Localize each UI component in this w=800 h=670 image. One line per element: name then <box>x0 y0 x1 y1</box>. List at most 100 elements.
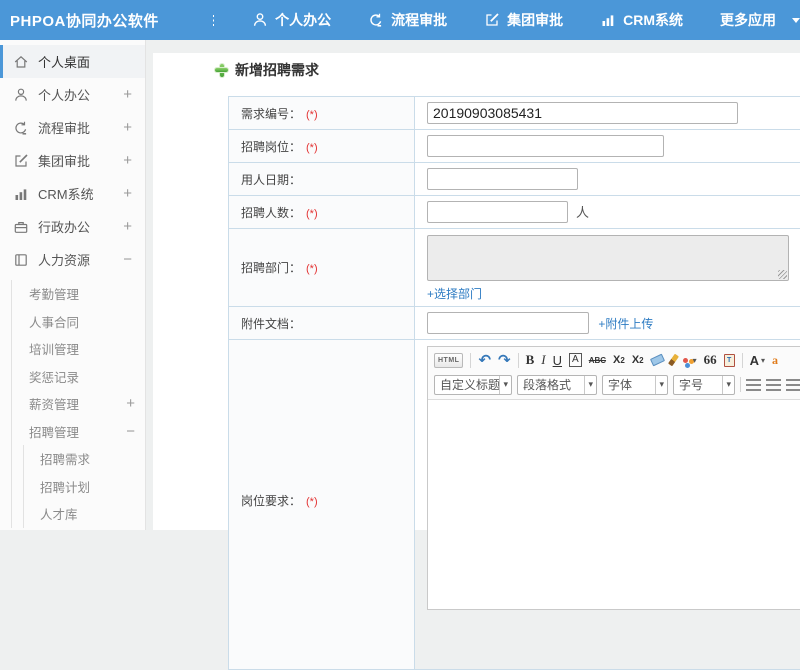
editor-content-area[interactable] <box>428 399 800 609</box>
sidebar-item-recruit-mgmt[interactable]: 招聘管理 − <box>12 418 145 446</box>
req-no-input[interactable] <box>427 102 738 124</box>
blockquote-button[interactable]: 66 <box>704 352 717 368</box>
table-row: 用人日期： <box>229 163 800 196</box>
recruit-demand-form: 需求编号：(*) 招聘岗位：(*) 用人日期： <box>228 96 800 670</box>
sidebar-item-personal-office[interactable]: 个人办公 + <box>0 78 145 111</box>
expand-toggle[interactable]: − <box>123 251 132 268</box>
table-row: 招聘岗位：(*) <box>229 130 800 163</box>
html-source-button[interactable]: HTML <box>434 353 463 368</box>
align-left-icon[interactable] <box>746 379 761 391</box>
expand-toggle[interactable]: + <box>123 86 132 103</box>
background-color-button[interactable]: a <box>772 353 778 368</box>
highlight-color-button[interactable]: ▾ <box>683 356 697 365</box>
sidebar-item-hr-contract[interactable]: 人事合同 <box>12 308 145 336</box>
subscript-button[interactable]: X2 <box>632 354 644 366</box>
content-area: 新增招聘需求 需求编号：(*) 招聘岗位：(*) <box>147 40 800 530</box>
topnav-workflow-approval[interactable]: 流程审批 <box>368 10 447 30</box>
undo-button[interactable]: ↶ <box>478 351 491 369</box>
eraser-icon[interactable] <box>650 354 665 367</box>
char-border-button[interactable]: A <box>569 353 582 367</box>
app-logo: PHPOA协同办公软件 <box>10 10 159 31</box>
sidebar-item-recruit-plan[interactable]: 招聘计划 <box>24 473 145 501</box>
hr-submenu: 考勤管理 人事合同 培训管理 奖惩记录 薪资管理 + 招聘管理 − 招聘需求 招… <box>11 280 145 528</box>
sidebar-item-desktop[interactable]: 个人桌面 <box>0 45 145 78</box>
expand-toggle[interactable]: + <box>123 218 132 235</box>
format-brush-icon[interactable] <box>668 354 679 367</box>
paragraph-format-dropdown[interactable]: 段落格式▾ <box>517 375 597 395</box>
book-icon <box>13 252 29 268</box>
topnav-more-apps[interactable]: 更多应用 <box>720 10 800 30</box>
sidebar-item-hr[interactable]: 人力资源 − <box>0 243 145 276</box>
topnav-group-approval[interactable]: 集团审批 <box>484 10 563 30</box>
caret-down-icon: ▾ <box>584 376 596 394</box>
position-input[interactable] <box>427 135 664 157</box>
person-icon <box>252 12 268 28</box>
headcount-input[interactable] <box>427 201 568 223</box>
flow-arrow-icon <box>368 12 384 28</box>
align-center-icon[interactable] <box>766 379 781 391</box>
field-label-requirement: 岗位要求：(*) <box>229 340 415 670</box>
table-row: 招聘部门：(*) +选择部门 <box>229 229 800 307</box>
hire-date-input[interactable] <box>427 168 578 190</box>
flow-arrow-icon <box>13 120 29 136</box>
page-title: 新增招聘需求 <box>215 60 800 80</box>
paste-icon[interactable]: T <box>724 354 735 367</box>
field-label-department: 招聘部门：(*) <box>229 229 415 307</box>
field-label-position: 招聘岗位：(*) <box>229 130 415 163</box>
field-label-hire-date: 用人日期： <box>229 163 415 196</box>
topnav-personal-office[interactable]: 个人办公 <box>252 10 331 30</box>
attachment-upload-link[interactable]: +附件上传 <box>598 317 653 331</box>
field-label-attachment: 附件文档： <box>229 307 415 340</box>
field-label-headcount: 招聘人数：(*) <box>229 196 415 229</box>
add-plus-icon <box>215 64 228 77</box>
bold-button[interactable]: B <box>526 352 535 368</box>
home-icon <box>13 54 29 70</box>
recruit-submenu: 招聘需求 招聘计划 人才库 <box>23 445 145 528</box>
briefcase-icon <box>13 219 29 235</box>
caret-down-icon: ▾ <box>722 376 734 394</box>
expand-toggle[interactable]: + <box>123 152 132 169</box>
sidebar-item-admin-office[interactable]: 行政办公 + <box>0 210 145 243</box>
sidebar-item-attendance[interactable]: 考勤管理 <box>12 280 145 308</box>
bar-chart-icon <box>600 12 616 28</box>
rich-text-editor: HTML ↶ ↷ B I U A ABC X2 X2 <box>427 346 800 610</box>
custom-title-dropdown[interactable]: 自定义标题▾ <box>434 375 512 395</box>
italic-button[interactable]: I <box>541 352 545 368</box>
expand-toggle[interactable]: − <box>126 423 135 440</box>
select-department-link[interactable]: +选择部门 <box>427 285 482 302</box>
editor-toolbar-row2: 自定义标题▾ 段落格式▾ 字体▾ 字号▾ <box>428 373 800 399</box>
required-mark: (*) <box>306 263 318 275</box>
sidebar-item-training[interactable]: 培训管理 <box>12 335 145 363</box>
strikethrough-button[interactable]: ABC <box>589 356 606 365</box>
expand-toggle[interactable]: + <box>123 119 132 136</box>
expand-toggle[interactable]: + <box>126 395 135 412</box>
editor-toolbar-row1: HTML ↶ ↷ B I U A ABC X2 X2 <box>428 347 800 373</box>
font-size-dropdown[interactable]: 字号▾ <box>673 375 735 395</box>
underline-button[interactable]: U <box>553 353 562 368</box>
font-color-button[interactable]: A▾ <box>750 353 765 368</box>
top-nav: 个人办公 流程审批 集团审批 CRM系统 <box>252 10 800 30</box>
sidebar-item-group-approval[interactable]: 集团审批 + <box>0 144 145 177</box>
field-label-req-no: 需求编号：(*) <box>229 97 415 130</box>
sidebar-item-crm[interactable]: CRM系统 + <box>0 177 145 210</box>
font-family-dropdown[interactable]: 字体▾ <box>602 375 668 395</box>
table-row: 招聘人数：(*) 人 <box>229 196 800 229</box>
sidebar: 个人桌面 个人办公 + 流程审批 + 集团审批 + CRM系统 <box>0 40 146 530</box>
align-right-icon[interactable] <box>786 379 800 391</box>
superscript-button[interactable]: X2 <box>613 354 625 366</box>
department-textarea[interactable] <box>427 235 789 281</box>
redo-button[interactable]: ↷ <box>498 351 511 369</box>
attachment-input[interactable] <box>427 312 589 334</box>
form-panel: 新增招聘需求 需求编号：(*) 招聘岗位：(*) <box>153 53 800 530</box>
sidebar-item-workflow-approval[interactable]: 流程审批 + <box>0 111 145 144</box>
sidebar-item-talent-pool[interactable]: 人才库 <box>24 500 145 528</box>
bar-chart-icon <box>13 186 29 202</box>
sidebar-item-recruit-demand[interactable]: 招聘需求 <box>24 445 145 473</box>
sidebar-item-rewards[interactable]: 奖惩记录 <box>12 363 145 391</box>
hamburger-menu-icon[interactable] <box>213 15 214 26</box>
expand-toggle[interactable]: + <box>123 185 132 202</box>
table-row: 岗位要求：(*) HTML ↶ ↷ B I U A <box>229 340 800 670</box>
table-row: 需求编号：(*) <box>229 97 800 130</box>
sidebar-item-salary[interactable]: 薪资管理 + <box>12 390 145 418</box>
topnav-crm-system[interactable]: CRM系统 <box>600 10 683 30</box>
